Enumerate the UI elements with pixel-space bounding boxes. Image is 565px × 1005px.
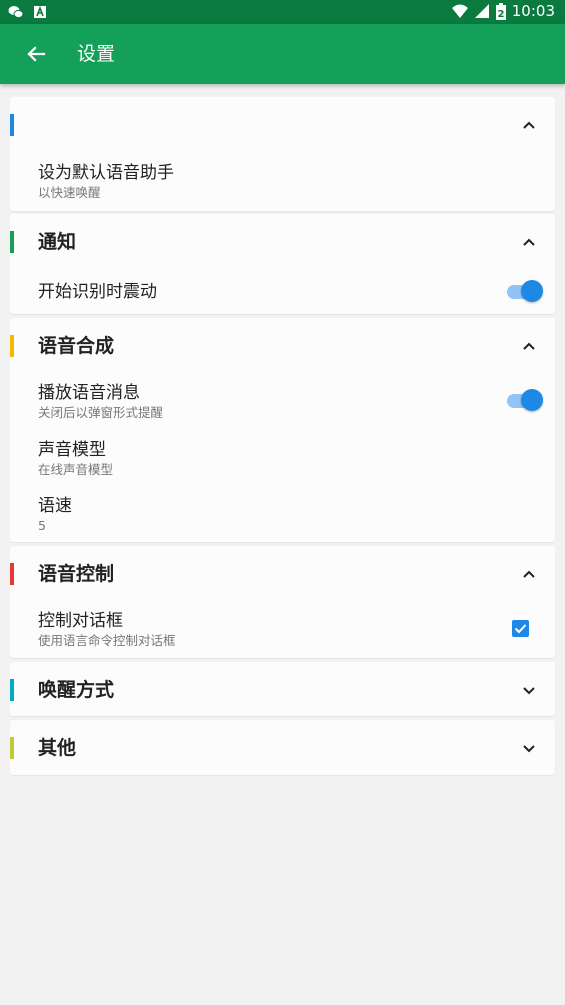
section-accent-bar (10, 335, 14, 357)
setting-title: 控制对话框 (38, 611, 123, 631)
section-title: 语音控制 (38, 563, 115, 585)
battery-icon: 2 (495, 2, 506, 20)
section-other[interactable]: 其他 (10, 720, 555, 775)
setting-vibrate-on-start[interactable]: 开始识别时震动 (38, 281, 508, 303)
section-notification: 通知 开始识别时震动 (10, 214, 555, 314)
vibrate-toggle[interactable] (507, 280, 543, 302)
setting-title: 声音模型 (38, 440, 106, 460)
setting-play-voice-message[interactable]: 播放语音消息 关闭后以弹窗形式提醒 (38, 382, 508, 421)
clock: 10:03 (511, 2, 555, 20)
chevron-down-icon[interactable] (521, 740, 537, 756)
section-speech-synthesis: 语音合成 播放语音消息 关闭后以弹窗形式提醒 声音模型 在线声音模型 语速 5 (10, 318, 555, 542)
notification-icon (34, 5, 46, 18)
play-voice-toggle[interactable] (507, 389, 543, 411)
setting-control-dialog[interactable]: 控制对话框 使用语言命令控制对话框 (38, 610, 508, 649)
setting-subtitle: 5 (38, 518, 46, 533)
check-icon (514, 624, 527, 634)
setting-subtitle: 在线声音模型 (38, 462, 114, 477)
section-wake-method[interactable]: 唤醒方式 (10, 662, 555, 716)
signal-icon (474, 4, 489, 18)
chevron-down-icon[interactable] (521, 682, 537, 698)
section-accent-bar (10, 679, 14, 701)
battery-level: 2 (497, 9, 504, 20)
wifi-icon (451, 4, 468, 18)
chevron-up-icon[interactable] (521, 338, 537, 354)
status-bar: 2 10:03 (0, 0, 565, 24)
setting-title: 设为默认语音助手 (38, 163, 174, 183)
section-assistant: 设为默认语音助手 以快速唤醒 (10, 97, 555, 211)
page-title: 设置 (77, 43, 116, 65)
setting-title: 播放语音消息 (38, 383, 140, 403)
section-accent-bar (10, 231, 14, 253)
chevron-up-icon[interactable] (521, 566, 537, 582)
setting-title: 开始识别时震动 (38, 282, 157, 302)
setting-subtitle: 以快速唤醒 (38, 185, 101, 200)
setting-voice-model[interactable]: 声音模型 在线声音模型 (38, 439, 508, 478)
section-accent-bar (10, 563, 14, 585)
section-title: 通知 (38, 231, 77, 253)
control-dialog-checkbox[interactable] (512, 620, 529, 637)
section-voice-control: 语音控制 控制对话框 使用语言命令控制对话框 (10, 546, 555, 658)
setting-default-assistant[interactable]: 设为默认语音助手 以快速唤醒 (38, 162, 508, 201)
setting-subtitle: 关闭后以弹窗形式提醒 (38, 405, 164, 420)
chevron-up-icon[interactable] (521, 117, 537, 133)
section-title: 其他 (38, 737, 77, 759)
arrow-back-icon[interactable] (24, 42, 48, 66)
wechat-icon (8, 6, 24, 19)
section-title: 唤醒方式 (38, 679, 115, 701)
setting-subtitle: 使用语言命令控制对话框 (38, 633, 176, 648)
chevron-up-icon[interactable] (521, 234, 537, 250)
section-accent-bar (10, 114, 14, 136)
section-title: 语音合成 (38, 335, 115, 357)
app-bar: 设置 (0, 24, 565, 84)
setting-speech-rate[interactable]: 语速 5 (38, 495, 508, 534)
setting-title: 语速 (38, 496, 72, 516)
section-accent-bar (10, 737, 14, 759)
